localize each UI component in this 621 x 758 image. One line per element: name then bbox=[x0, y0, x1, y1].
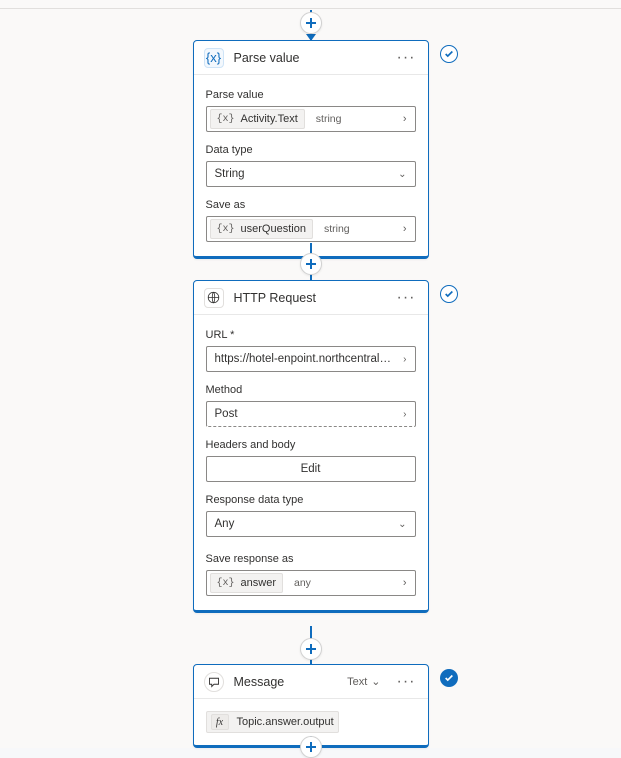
status-badge-complete bbox=[440, 669, 458, 687]
url-input[interactable]: https://hotel-enpoint.northcentralus.inf… bbox=[206, 346, 416, 372]
token-label: userQuestion bbox=[241, 223, 306, 235]
variable-icon: {x} bbox=[204, 48, 224, 68]
chevron-right-icon: › bbox=[403, 577, 407, 589]
parse-value-input[interactable]: {x} Activity.Text string › bbox=[206, 106, 416, 132]
add-node-button-1[interactable] bbox=[300, 12, 322, 34]
expression-text: Topic.answer.output bbox=[237, 716, 334, 728]
chevron-down-icon: ⌄ bbox=[398, 519, 406, 530]
variable-icon: {x} bbox=[217, 578, 235, 589]
chevron-right-icon: › bbox=[403, 354, 406, 365]
more-menu-button[interactable]: ··· bbox=[395, 49, 418, 67]
field-label: URL * bbox=[206, 329, 416, 341]
select-value: String bbox=[215, 168, 245, 180]
edit-headers-button[interactable]: Edit bbox=[206, 456, 416, 482]
message-subtype-select[interactable]: Text ⌄ bbox=[347, 675, 380, 688]
token-type: string bbox=[316, 113, 342, 125]
button-label: Edit bbox=[301, 463, 321, 475]
field-label: Data type bbox=[206, 144, 416, 156]
response-type-select[interactable]: Any ⌄ bbox=[206, 511, 416, 537]
globe-icon bbox=[204, 288, 224, 308]
node-parse-value[interactable]: {x} Parse value ··· Parse value {x} Acti… bbox=[193, 40, 429, 259]
subtype-label: Text bbox=[347, 676, 367, 688]
field-label: Method bbox=[206, 384, 416, 396]
data-type-select[interactable]: String ⌄ bbox=[206, 161, 416, 187]
token-type: any bbox=[294, 577, 311, 589]
field-label: Parse value bbox=[206, 89, 416, 101]
field-label: Save as bbox=[206, 199, 416, 211]
node-title: Parse value bbox=[234, 51, 300, 65]
field-label: Save response as bbox=[206, 553, 416, 565]
chevron-down-icon: ⌄ bbox=[371, 675, 380, 688]
status-badge-incomplete bbox=[440, 285, 458, 303]
token-label: Activity.Text bbox=[241, 113, 298, 125]
fx-icon: fx bbox=[211, 714, 229, 730]
save-response-input[interactable]: {x} answer any › bbox=[206, 570, 416, 596]
message-icon bbox=[204, 672, 224, 692]
chevron-right-icon: › bbox=[403, 113, 407, 125]
status-badge-incomplete bbox=[440, 45, 458, 63]
more-menu-button[interactable]: ··· bbox=[395, 673, 418, 691]
message-expression-chip[interactable]: fx Topic.answer.output bbox=[206, 711, 339, 733]
add-node-button-4[interactable] bbox=[300, 736, 322, 758]
chevron-right-icon: › bbox=[403, 223, 407, 235]
add-node-button-3[interactable] bbox=[300, 638, 322, 660]
variable-icon: {x} bbox=[217, 114, 235, 125]
token-label: answer bbox=[241, 577, 276, 589]
field-label: Headers and body bbox=[206, 439, 416, 451]
token-type: string bbox=[324, 223, 350, 235]
variable-icon: {x} bbox=[217, 224, 235, 235]
select-value: Any bbox=[215, 518, 235, 530]
add-node-button-2[interactable] bbox=[300, 253, 322, 275]
chevron-right-icon: › bbox=[403, 409, 406, 420]
url-value: https://hotel-enpoint.northcentralus.inf… bbox=[215, 353, 395, 365]
chevron-down-icon: ⌄ bbox=[398, 169, 406, 180]
save-as-input[interactable]: {x} userQuestion string › bbox=[206, 216, 416, 242]
more-menu-button[interactable]: ··· bbox=[395, 289, 418, 307]
select-value: Post bbox=[215, 408, 238, 420]
node-http-request[interactable]: HTTP Request ··· URL * https://hotel-enp… bbox=[193, 280, 429, 613]
method-select[interactable]: Post › bbox=[206, 401, 416, 427]
node-title: Message bbox=[234, 675, 285, 689]
field-label: Response data type bbox=[206, 494, 416, 506]
node-title: HTTP Request bbox=[234, 291, 316, 305]
